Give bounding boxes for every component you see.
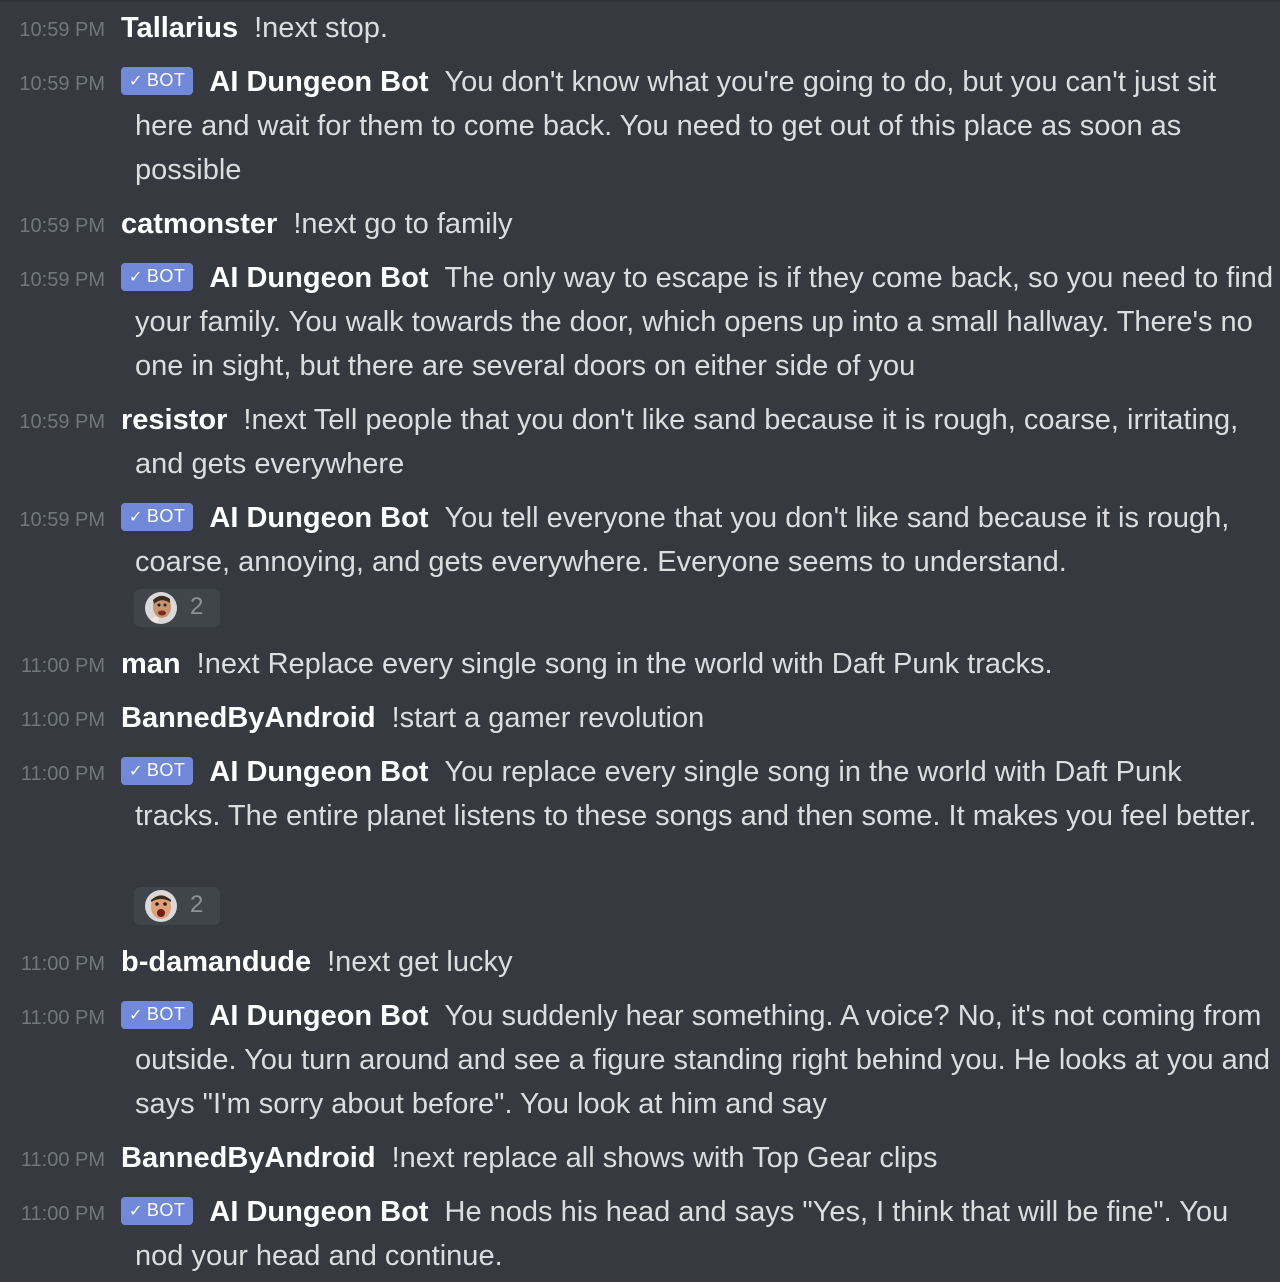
reaction-count: 2: [190, 593, 204, 620]
bot-tag: ✓ BOT: [121, 757, 194, 785]
bot-tag-label: BOT: [146, 70, 186, 90]
reaction-button[interactable]: 2: [134, 887, 220, 925]
bot-tag-label: BOT: [146, 1200, 186, 1220]
message-timestamp[interactable]: 11:00 PM: [0, 1149, 105, 1172]
bot-tag-label: BOT: [146, 266, 186, 286]
face-emoji-icon: [145, 592, 177, 624]
message-timestamp[interactable]: 10:59 PM: [0, 215, 105, 238]
message-timestamp[interactable]: 11:00 PM: [0, 763, 105, 786]
checkmark-icon: ✓: [129, 1203, 143, 1220]
message-author[interactable]: AI Dungeon Bot: [209, 1196, 428, 1228]
message-timestamp[interactable]: 11:00 PM: [0, 953, 105, 976]
message-text: !next get lucky: [327, 946, 513, 978]
message-author[interactable]: BannedByAndroid: [121, 1142, 376, 1174]
message-text: !next Tell people that you don't like sa…: [135, 404, 1239, 480]
checkmark-icon: ✓: [129, 73, 143, 90]
message-author[interactable]: AI Dungeon Bot: [209, 756, 428, 788]
message-timestamp[interactable]: 10:59 PM: [0, 509, 105, 532]
bot-tag: ✓ BOT: [121, 1001, 194, 1029]
message-timestamp[interactable]: 10:59 PM: [0, 269, 105, 292]
message-text: !start a gamer revolution: [391, 702, 705, 734]
bot-tag: ✓ BOT: [121, 67, 194, 95]
bot-tag: ✓ BOT: [121, 503, 194, 531]
message-text: !next stop.: [254, 12, 388, 44]
message-timestamp[interactable]: 11:00 PM: [0, 709, 105, 732]
reaction-count: 2: [190, 891, 204, 918]
checkmark-icon: ✓: [129, 509, 143, 526]
message-timestamp[interactable]: 10:59 PM: [0, 19, 105, 42]
checkmark-icon: ✓: [129, 269, 143, 286]
checkmark-icon: ✓: [129, 1007, 143, 1024]
message-author[interactable]: AI Dungeon Bot: [209, 66, 428, 98]
message-timestamp[interactable]: 11:00 PM: [0, 655, 105, 678]
checkmark-icon: ✓: [129, 763, 143, 780]
bot-tag-label: BOT: [146, 506, 186, 526]
message-author[interactable]: b-damandude: [121, 946, 311, 978]
message-author[interactable]: resistor: [121, 404, 227, 436]
message-text: !next go to family: [293, 208, 513, 240]
bot-tag: ✓ BOT: [121, 263, 194, 291]
message-timestamp[interactable]: 10:59 PM: [0, 411, 105, 434]
reaction-button[interactable]: 2: [134, 589, 220, 627]
message-text: !next replace all shows with Top Gear cl…: [391, 1142, 938, 1174]
message-author[interactable]: BannedByAndroid: [121, 702, 376, 734]
face-emoji-icon: [145, 890, 177, 922]
message-timestamp[interactable]: 10:59 PM: [0, 73, 105, 96]
bot-tag-label: BOT: [146, 760, 186, 780]
chat-log: 10:59 PM Tallarius !next stop. 10:59 PM ✓…: [0, 0, 1280, 1282]
message-text: !next Replace every single song in the w…: [196, 648, 1053, 680]
message-author[interactable]: catmonster: [121, 208, 277, 240]
message-timestamp[interactable]: 11:00 PM: [0, 1203, 105, 1226]
message-author[interactable]: Tallarius: [121, 12, 238, 44]
message-author[interactable]: man: [121, 648, 181, 680]
message-author[interactable]: AI Dungeon Bot: [209, 262, 428, 294]
message-timestamp[interactable]: 11:00 PM: [0, 1007, 105, 1030]
message-author[interactable]: AI Dungeon Bot: [209, 502, 428, 534]
bot-tag: ✓ BOT: [121, 1197, 194, 1225]
bot-tag-label: BOT: [146, 1004, 186, 1024]
message-author[interactable]: AI Dungeon Bot: [209, 1000, 428, 1032]
